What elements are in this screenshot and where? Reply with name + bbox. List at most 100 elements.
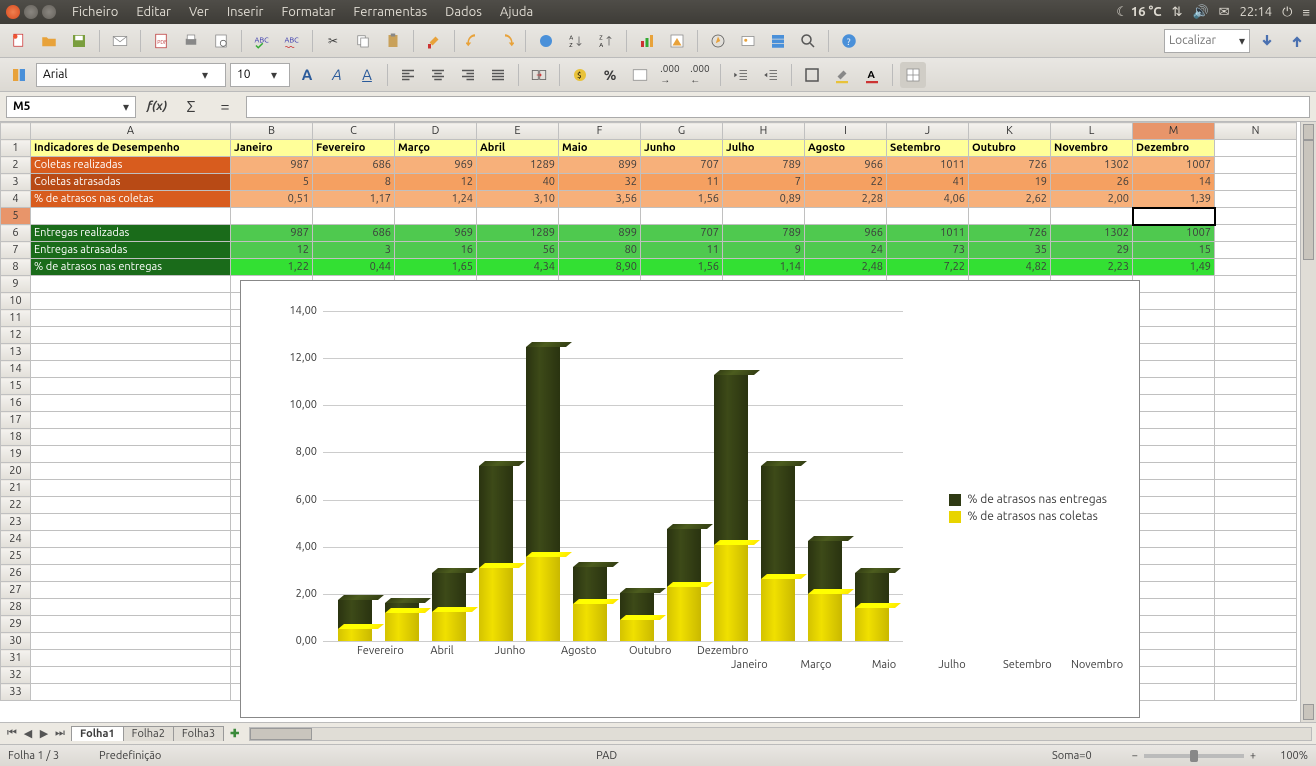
new-doc-icon[interactable] — [6, 28, 32, 54]
col-header-I[interactable]: I — [805, 123, 887, 140]
cell-K8[interactable]: 4,82 — [969, 259, 1051, 276]
empty-cell[interactable] — [1133, 667, 1215, 684]
row-header-7[interactable]: 7 — [1, 242, 31, 259]
cell-E5[interactable] — [477, 208, 559, 225]
find-prev-icon[interactable] — [1284, 28, 1310, 54]
sheet-scroll[interactable]: ABCDEFGHIJKLMN1Indicadores de Desempenho… — [0, 122, 1300, 722]
menu-ver[interactable]: Ver — [181, 2, 217, 22]
empty-cell[interactable] — [31, 599, 231, 616]
empty-cell[interactable] — [31, 616, 231, 633]
cell-L6[interactable]: 1302 — [1051, 225, 1133, 242]
bgcolor-icon[interactable] — [829, 62, 855, 88]
row-header-8[interactable]: 8 — [1, 259, 31, 276]
cell-month-0[interactable]: Janeiro — [231, 140, 313, 157]
empty-cell[interactable] — [31, 412, 231, 429]
empty-cell[interactable] — [1215, 633, 1297, 650]
col-header-B[interactable]: B — [231, 123, 313, 140]
zoom-in-icon[interactable]: + — [1250, 750, 1256, 762]
cell-M7[interactable]: 15 — [1133, 242, 1215, 259]
row-header-29[interactable]: 29 — [1, 616, 31, 633]
cell-L2[interactable]: 1302 — [1051, 157, 1133, 174]
empty-cell[interactable] — [31, 327, 231, 344]
empty-cell[interactable] — [1215, 378, 1297, 395]
empty-cell[interactable] — [1133, 565, 1215, 582]
gallery-icon[interactable] — [735, 28, 761, 54]
autospell-icon[interactable]: ABC — [279, 28, 305, 54]
mail-doc-icon[interactable] — [107, 28, 133, 54]
tab-last-icon[interactable]: ⏭ — [52, 727, 68, 740]
menu-inserir[interactable]: Inserir — [219, 2, 272, 22]
menu-editar[interactable]: Editar — [128, 2, 179, 22]
cell-C7[interactable]: 3 — [313, 242, 395, 259]
empty-cell[interactable] — [31, 429, 231, 446]
cell-D2[interactable]: 969 — [395, 157, 477, 174]
cell-H3[interactable]: 7 — [723, 174, 805, 191]
cell-N6[interactable] — [1215, 225, 1297, 242]
sum-icon[interactable]: Σ — [178, 94, 204, 120]
align-justify-icon[interactable] — [485, 62, 511, 88]
empty-cell[interactable] — [1215, 531, 1297, 548]
cell-H8[interactable]: 1,14 — [723, 259, 805, 276]
cell-H5[interactable] — [723, 208, 805, 225]
cell-reference-box[interactable]: ▾ — [6, 96, 136, 118]
format-paintbrush-icon[interactable] — [421, 28, 447, 54]
tab-first-icon[interactable]: ⏮ — [4, 727, 20, 740]
empty-cell[interactable] — [1215, 412, 1297, 429]
col-header-G[interactable]: G — [641, 123, 723, 140]
cell-L7[interactable]: 29 — [1051, 242, 1133, 259]
col-header-N[interactable]: N — [1215, 123, 1297, 140]
empty-cell[interactable] — [31, 463, 231, 480]
datasources-icon[interactable] — [765, 28, 791, 54]
col-header-E[interactable]: E — [477, 123, 559, 140]
cell-H6[interactable]: 789 — [723, 225, 805, 242]
cell-J4[interactable]: 4,06 — [887, 191, 969, 208]
empty-cell[interactable] — [1133, 276, 1215, 293]
cell-M3[interactable]: 14 — [1133, 174, 1215, 191]
cell-A4[interactable]: % de atrasos nas coletas — [31, 191, 231, 208]
cell-G5[interactable] — [641, 208, 723, 225]
cell-J6[interactable]: 1011 — [887, 225, 969, 242]
row-header-15[interactable]: 15 — [1, 378, 31, 395]
cell-H4[interactable]: 0,89 — [723, 191, 805, 208]
empty-cell[interactable] — [1133, 446, 1215, 463]
cell-N4[interactable] — [1215, 191, 1297, 208]
cell-J7[interactable]: 73 — [887, 242, 969, 259]
empty-cell[interactable] — [1215, 446, 1297, 463]
empty-cell[interactable] — [1133, 650, 1215, 667]
cell-C3[interactable]: 8 — [313, 174, 395, 191]
cell-F4[interactable]: 3,56 — [559, 191, 641, 208]
empty-cell[interactable] — [1215, 480, 1297, 497]
menu-ferramentas[interactable]: Ferramentas — [345, 2, 435, 22]
font-size-combo[interactable]: ▾ — [230, 63, 290, 87]
empty-cell[interactable] — [1133, 327, 1215, 344]
mail-icon[interactable]: ✉ — [1219, 5, 1230, 20]
cell-L8[interactable]: 2,23 — [1051, 259, 1133, 276]
col-header-A[interactable]: A — [31, 123, 231, 140]
row-header-18[interactable]: 18 — [1, 429, 31, 446]
cell-month-5[interactable]: Junho — [641, 140, 723, 157]
select-all-cell[interactable] — [1, 123, 31, 140]
cell-A7[interactable]: Entregas atrasadas — [31, 242, 231, 259]
add-sheet-icon[interactable]: ✚ — [224, 727, 245, 740]
empty-cell[interactable] — [31, 361, 231, 378]
col-header-C[interactable]: C — [313, 123, 395, 140]
row-header-23[interactable]: 23 — [1, 514, 31, 531]
font-name-combo[interactable]: ▾ — [36, 63, 226, 87]
cell-B6[interactable]: 987 — [231, 225, 313, 242]
empty-cell[interactable] — [1215, 514, 1297, 531]
row-header-25[interactable]: 25 — [1, 548, 31, 565]
cell-M4[interactable]: 1,39 — [1133, 191, 1215, 208]
cell-D4[interactable]: 1,24 — [395, 191, 477, 208]
empty-cell[interactable] — [1133, 361, 1215, 378]
empty-cell[interactable] — [1133, 395, 1215, 412]
row-header-12[interactable]: 12 — [1, 327, 31, 344]
empty-cell[interactable] — [1133, 548, 1215, 565]
empty-cell[interactable] — [31, 565, 231, 582]
empty-cell[interactable] — [1215, 497, 1297, 514]
empty-cell[interactable] — [1215, 276, 1297, 293]
pdf-export-icon[interactable]: PDF — [148, 28, 174, 54]
cell-C5[interactable] — [313, 208, 395, 225]
col-header-J[interactable]: J — [887, 123, 969, 140]
cell-K5[interactable] — [969, 208, 1051, 225]
cell-K6[interactable]: 726 — [969, 225, 1051, 242]
